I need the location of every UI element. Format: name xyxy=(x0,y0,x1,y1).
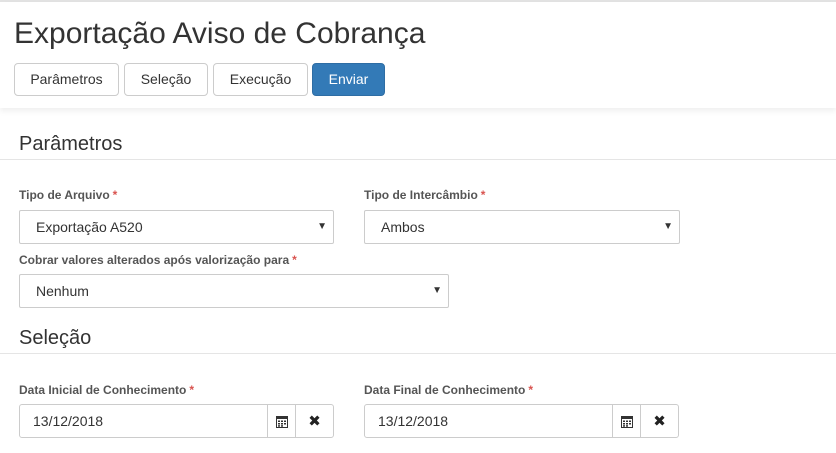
data-final-input[interactable]: 13/12/2018 xyxy=(365,405,624,437)
required-marker: * xyxy=(189,383,195,397)
cobrar-valores-label-text: Cobrar valores alterados após valorizaçã… xyxy=(19,253,290,267)
calendar-icon-svg xyxy=(620,415,633,428)
section-title-selecao: Seleção xyxy=(19,327,92,349)
page-title: Exportação Aviso de Cobrança xyxy=(14,17,426,50)
page-header: Exportação Aviso de Cobrança Parâmetros … xyxy=(0,2,836,108)
tipo-arquivo-select[interactable]: Exportação A520 ▼ xyxy=(19,210,334,244)
cobrar-valores-label: Cobrar valores alterados após valorizaçã… xyxy=(19,253,297,267)
enviar-button[interactable]: Enviar xyxy=(312,63,385,96)
tab-selecao-button[interactable]: Seleção xyxy=(124,63,208,96)
data-inicial-group: 13/12/2018 ✖ xyxy=(19,404,334,438)
data-inicial-input[interactable]: 13/12/2018 xyxy=(20,405,279,437)
section-divider xyxy=(0,159,836,160)
clear-x-icon[interactable]: ✖ xyxy=(640,405,678,437)
calendar-icon[interactable] xyxy=(612,405,640,437)
section-divider xyxy=(0,353,836,354)
tipo-arquivo-label: Tipo de Arquivo * xyxy=(19,188,117,202)
section-title-parametros: Parâmetros xyxy=(19,133,123,155)
tipo-intercambio-label: Tipo de Intercâmbio * xyxy=(364,188,485,202)
caret-down-icon: ▼ xyxy=(663,221,673,232)
data-final-label-text: Data Final de Conhecimento xyxy=(364,383,526,397)
cobrar-valores-value: Nenhum xyxy=(36,283,89,299)
data-final-label: Data Final de Conhecimento * xyxy=(364,383,533,397)
calendar-icon[interactable] xyxy=(267,405,295,437)
required-marker: * xyxy=(292,253,297,267)
clear-x-icon[interactable]: ✖ xyxy=(295,405,333,437)
tipo-intercambio-label-text: Tipo de Intercâmbio xyxy=(364,188,478,202)
tipo-intercambio-select[interactable]: Ambos ▼ xyxy=(364,210,680,244)
caret-down-icon: ▼ xyxy=(317,221,327,232)
cobrar-valores-select[interactable]: Nenhum ▼ xyxy=(19,274,449,308)
calendar-icon-svg xyxy=(275,415,288,428)
tab-parametros-button[interactable]: Parâmetros xyxy=(14,63,119,96)
data-final-group: 13/12/2018 ✖ xyxy=(364,404,679,438)
data-inicial-label: Data Inicial de Conhecimento * xyxy=(19,383,194,397)
tipo-intercambio-value: Ambos xyxy=(381,219,425,235)
tipo-arquivo-value: Exportação A520 xyxy=(36,219,143,235)
tab-execucao-button[interactable]: Execução xyxy=(213,63,308,96)
required-marker: * xyxy=(528,383,534,397)
caret-down-icon: ▼ xyxy=(432,285,442,296)
tipo-arquivo-label-text: Tipo de Arquivo xyxy=(19,188,110,202)
data-inicial-label-text: Data Inicial de Conhecimento xyxy=(19,383,187,397)
required-marker: * xyxy=(112,188,118,202)
required-marker: * xyxy=(480,188,486,202)
